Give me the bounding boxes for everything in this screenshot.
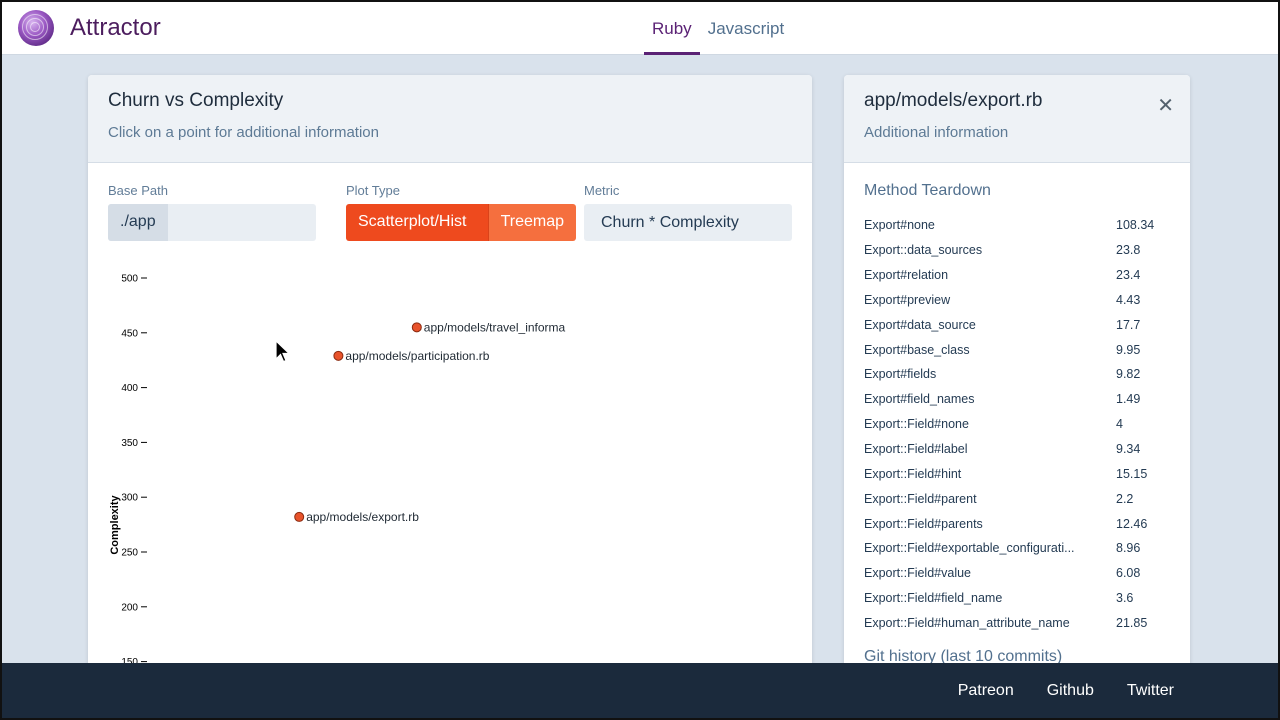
method-row: Export::Field#label 9.34 (864, 437, 1174, 462)
method-score: 8.96 (1116, 541, 1141, 556)
tab-javascript[interactable]: Javascript (700, 0, 793, 55)
method-name: Export::Field#exportable_configurati... (864, 541, 1075, 556)
method-name: Export::Field#parent (864, 491, 977, 506)
tab-ruby[interactable]: Ruby (644, 0, 700, 55)
method-name: Export::Field#human_attribute_name (864, 615, 1070, 630)
attractor-logo-icon[interactable] (18, 10, 54, 46)
y-tick-label: 300 (121, 493, 138, 504)
app-title[interactable]: Attractor (70, 14, 161, 42)
method-score: 4 (1116, 417, 1123, 432)
card-subtitle: Click on a point for additional informat… (108, 124, 379, 141)
metric-select[interactable]: Churn * Complexity (584, 204, 792, 241)
method-row: Export::Field#exportable_configurati... 8… (864, 536, 1174, 561)
github-link[interactable]: Github (1047, 682, 1094, 700)
method-name: Export::Field#value (864, 566, 972, 581)
y-tick-label: 400 (121, 383, 138, 394)
method-score: 17.7 (1116, 317, 1141, 332)
method-score: 1.49 (1116, 392, 1141, 407)
y-tick-label: 500 (121, 274, 138, 285)
base-path-input[interactable]: ./app (108, 204, 316, 241)
method-name: Export::Field#hint (864, 466, 962, 481)
language-tabs: Ruby Javascript (644, 0, 792, 55)
y-tick-label: 200 (121, 602, 138, 613)
method-score: 15.15 (1116, 466, 1148, 481)
method-score: 4.43 (1116, 292, 1141, 307)
method-row: Export::Field#none 4 (864, 412, 1174, 437)
top-header: Attractor Ruby Javascript (0, 0, 1280, 55)
method-name: Export::Field#label (864, 442, 968, 457)
plot-type-label: Plot Type (346, 183, 400, 198)
treemap-button[interactable]: Treemap (487, 204, 576, 241)
mouse-cursor-icon (275, 340, 291, 363)
method-row: Export::Field#hint 15.15 (864, 461, 1174, 486)
y-tick-label: 250 (121, 548, 138, 559)
method-row: Export#data_source 17.7 (864, 312, 1174, 337)
details-header: app/models/export.rb Additional informat… (844, 75, 1190, 163)
method-name: Export#none (864, 218, 935, 233)
twitter-link[interactable]: Twitter (1127, 682, 1174, 700)
churn-complexity-card: Churn vs Complexity Click on a point for… (88, 75, 812, 675)
data-point-label: app/models/travel_informa (424, 320, 566, 334)
method-name: Export#data_source (864, 317, 976, 332)
method-row: Export::data_sources 23.8 (864, 238, 1174, 263)
y-tick-label: 450 (121, 328, 138, 339)
data-point[interactable] (411, 322, 422, 333)
base-path-value: ./app (108, 204, 168, 241)
plot-type-toggle: Scatterplot/Hist Treemap (346, 204, 576, 241)
method-row: Export#relation 23.4 (864, 263, 1174, 288)
data-point-label: app/models/participation.rb (345, 349, 489, 363)
method-row: Export::Field#value 6.08 (864, 561, 1174, 586)
method-name: Export::Field#none (864, 417, 969, 432)
method-score: 23.8 (1116, 243, 1141, 258)
method-score: 9.82 (1116, 367, 1141, 382)
data-point[interactable] (294, 511, 305, 522)
method-name: Export::Field#field_name (864, 591, 1003, 606)
method-name: Export#base_class (864, 342, 970, 357)
method-row: Export::Field#field_name 3.6 (864, 586, 1174, 611)
method-name: Export::Field#parents (864, 516, 983, 531)
footer: Patreon Github Twitter (0, 663, 1280, 720)
footer-links: Patreon Github Twitter (958, 682, 1174, 700)
details-subtitle: Additional information (864, 124, 1009, 141)
method-score: 21.85 (1116, 615, 1148, 630)
method-score: 6.08 (1116, 566, 1141, 581)
scatter-chart: 150200250300350400450500Complexityapp/mo… (109, 274, 566, 669)
method-row: Export#preview 4.43 (864, 288, 1174, 313)
method-score: 3.6 (1116, 591, 1134, 606)
details-title: app/models/export.rb (864, 90, 1043, 111)
method-score: 108.34 (1116, 218, 1155, 233)
y-axis-label: Complexity (109, 494, 121, 554)
data-point[interactable] (333, 350, 344, 361)
details-card: app/models/export.rb Additional informat… (844, 75, 1190, 675)
method-row: Export::Field#human_attribute_name 21.85 (864, 611, 1174, 636)
method-row: Export#field_names 1.49 (864, 387, 1174, 412)
scatterplot-hist-button[interactable]: Scatterplot/Hist (346, 204, 488, 241)
method-row: Export::Field#parent 2.2 (864, 486, 1174, 511)
method-name: Export#field_names (864, 392, 975, 407)
method-row: Export#base_class 9.95 (864, 337, 1174, 362)
method-teardown-title: Method Teardown (864, 182, 991, 199)
method-name: Export#relation (864, 268, 949, 283)
data-point-label: app/models/export.rb (306, 510, 419, 524)
y-tick-label: 350 (121, 438, 138, 449)
method-score: 12.46 (1116, 516, 1148, 531)
method-row: Export#fields 9.82 (864, 362, 1174, 387)
method-score: 9.34 (1116, 442, 1141, 457)
close-icon[interactable]: ✕ (1157, 93, 1174, 118)
method-score: 2.2 (1116, 491, 1134, 506)
method-teardown-list: Export#none 108.34 Export::data_sources 23.… (864, 213, 1174, 635)
method-name: Export::data_sources (864, 243, 983, 258)
card-header: Churn vs Complexity Click on a point for… (88, 75, 812, 163)
patreon-link[interactable]: Patreon (958, 682, 1014, 700)
base-path-label: Base Path (108, 183, 168, 198)
card-title: Churn vs Complexity (108, 90, 284, 111)
method-row: Export::Field#parents 12.46 (864, 511, 1174, 536)
method-row: Export#none 108.34 (864, 213, 1174, 238)
method-score: 23.4 (1116, 268, 1141, 283)
metric-label: Metric (584, 183, 620, 198)
method-score: 9.95 (1116, 342, 1141, 357)
method-name: Export#fields (864, 367, 937, 382)
method-name: Export#preview (864, 292, 951, 307)
